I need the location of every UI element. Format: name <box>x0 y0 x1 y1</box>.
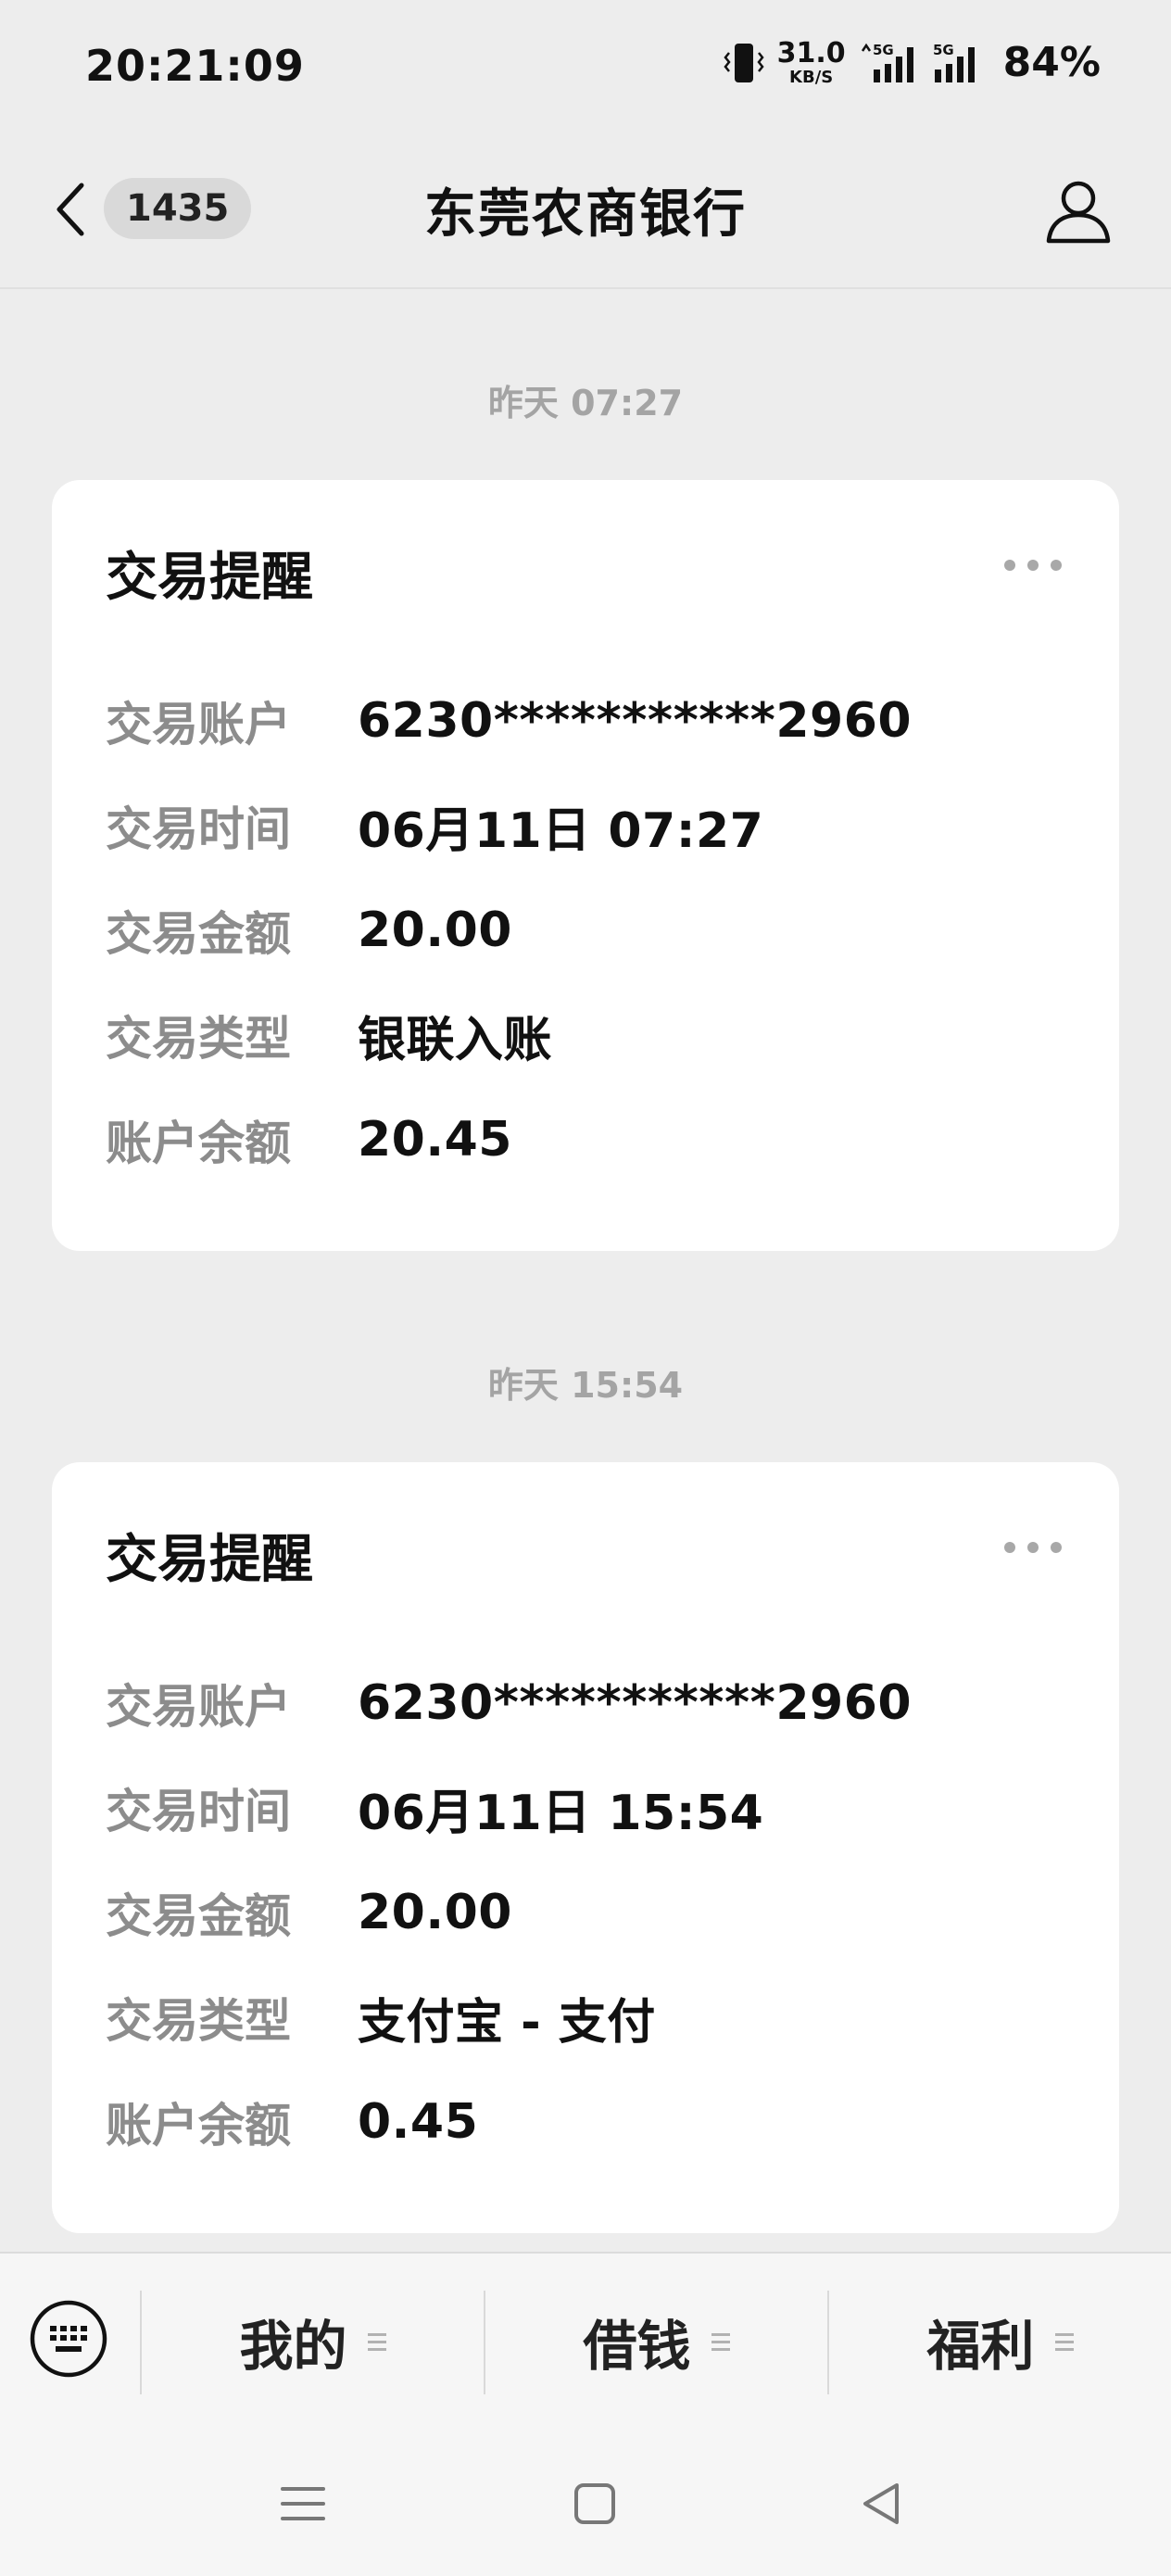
status-time: 20:21:09 <box>85 41 305 91</box>
row-time: 交易时间 06月11日 07:27 <box>106 793 764 859</box>
svg-text:5G: 5G <box>933 42 954 58</box>
svg-text:5G: 5G <box>873 42 894 58</box>
menu-item-label: 我的 <box>239 2315 347 2378</box>
field-value: 20.00 <box>358 1885 512 1940</box>
row-time: 交易时间 06月11日 15:54 <box>106 1775 764 1841</box>
back-nav-icon[interactable] <box>854 2476 910 2532</box>
card-title: 交易提醒 <box>106 1530 313 1590</box>
home-icon[interactable] <box>567 2476 623 2532</box>
field-label: 交易金额 <box>106 907 291 961</box>
battery-level: 84% <box>1002 39 1101 86</box>
network-speed-unit: KB/S <box>789 67 834 87</box>
field-label: 交易时间 <box>106 1785 291 1838</box>
menu-item-label: 借钱 <box>583 2315 691 2378</box>
vibrate-icon <box>724 42 764 84</box>
status-bar: 20:21:09 31.0 KB/S 5G 5G 84% <box>0 0 1171 139</box>
transaction-card[interactable]: 交易提醒 交易账户 6230***********2960 交易时间 06月11… <box>52 480 1119 1251</box>
message-timestamp: 昨天 15:54 <box>487 1365 684 1406</box>
menu-item-borrow[interactable]: 借钱 <box>485 2281 827 2402</box>
row-balance: 账户余额 20.45 <box>106 1107 512 1172</box>
row-balance: 账户余额 0.45 <box>106 2090 478 2154</box>
bottom-menu: 我的 借钱 福利 <box>0 2252 1171 2430</box>
field-label: 账户余额 <box>106 2099 291 2153</box>
signal-5g-icon: 5G <box>859 42 918 84</box>
field-label: 账户余额 <box>106 1117 291 1170</box>
field-value: 0.45 <box>358 2094 479 2150</box>
signal-5g-icon: 5G <box>931 42 990 84</box>
network-speed-value: 31.0 <box>776 36 846 69</box>
menu-item-label: 福利 <box>926 2315 1035 2378</box>
system-nav-bar <box>0 2428 1171 2576</box>
menu-item-mine[interactable]: 我的 <box>142 2281 484 2402</box>
keyboard-icon[interactable] <box>28 2298 109 2380</box>
field-value: 06月11日 07:27 <box>358 802 764 859</box>
field-label: 交易类型 <box>106 1012 291 1066</box>
transaction-card[interactable]: 交易提醒 交易账户 6230***********2960 交易时间 06月11… <box>52 1462 1119 2233</box>
message-timestamp: 昨天 07:27 <box>487 383 684 423</box>
field-label: 交易金额 <box>106 1889 291 1943</box>
chat-header: 1435 东莞农商银行 <box>0 139 1171 289</box>
field-label: 交易账户 <box>106 698 291 751</box>
unread-count-badge[interactable]: 1435 <box>104 178 252 239</box>
submenu-icon <box>367 2332 386 2351</box>
field-value: 20.00 <box>358 903 512 958</box>
status-icons: 31.0 KB/S 5G 5G 84% <box>724 39 1101 86</box>
card-title: 交易提醒 <box>106 548 313 608</box>
row-amount: 交易金额 20.00 <box>106 898 512 963</box>
field-label: 交易时间 <box>106 802 291 856</box>
back-icon[interactable] <box>48 174 94 245</box>
row-amount: 交易金额 20.00 <box>106 1880 512 1945</box>
recent-apps-icon[interactable] <box>275 2476 331 2532</box>
row-account: 交易账户 6230***********2960 <box>106 688 912 753</box>
more-icon[interactable] <box>1002 556 1064 575</box>
field-value: 支付宝 - 支付 <box>358 1994 656 2051</box>
field-value: 06月11日 15:54 <box>358 1785 764 1841</box>
submenu-icon <box>711 2332 730 2351</box>
menu-item-welfare[interactable]: 福利 <box>829 2281 1171 2402</box>
field-label: 交易账户 <box>106 1680 291 1734</box>
row-type: 交易类型 银联入账 <box>106 1003 553 1068</box>
field-value: 20.45 <box>358 1112 512 1168</box>
profile-icon[interactable] <box>1041 174 1115 248</box>
row-account: 交易账户 6230***********2960 <box>106 1671 912 1736</box>
field-value: 6230***********2960 <box>358 693 913 749</box>
field-label: 交易类型 <box>106 1994 291 2048</box>
network-speed: 31.0 KB/S <box>776 36 846 87</box>
field-value: 银联入账 <box>358 1012 553 1068</box>
row-type: 交易类型 支付宝 - 支付 <box>106 1985 656 2051</box>
submenu-icon <box>1054 2332 1074 2351</box>
field-value: 6230***********2960 <box>358 1675 913 1731</box>
more-icon[interactable] <box>1002 1538 1064 1557</box>
